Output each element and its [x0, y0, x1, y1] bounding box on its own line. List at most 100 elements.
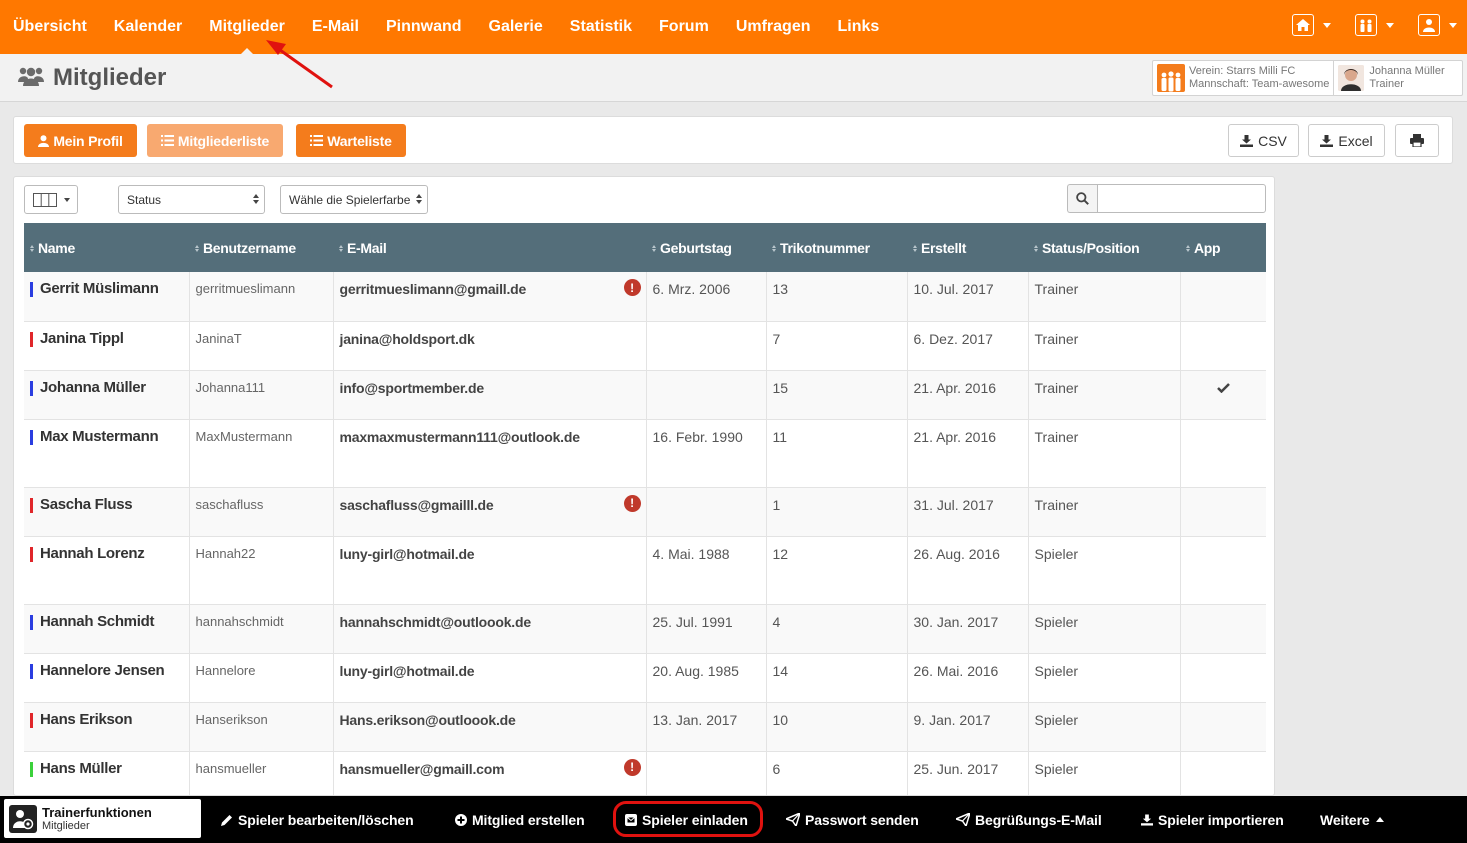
- column-header[interactable]: E-Mail: [333, 223, 646, 272]
- column-header-label: Trikotnummer: [780, 239, 870, 256]
- select-arrows-icon: [416, 194, 422, 204]
- status-filter-select[interactable]: Status: [118, 185, 265, 214]
- column-header[interactable]: Benutzername: [189, 223, 333, 272]
- table-row[interactable]: Hans Erikson Hanserikson Hans.erikson@outl…: [24, 702, 1266, 752]
- member-name-cell[interactable]: Sascha Fluss: [24, 487, 190, 537]
- my-profile-button[interactable]: Mein Profil: [24, 124, 137, 157]
- created-cell: 31. Jul. 2017: [907, 487, 1029, 537]
- email-warning-icon[interactable]: !: [623, 758, 641, 776]
- member-name-cell[interactable]: Hans Erikson: [24, 702, 190, 752]
- table-row[interactable]: Hannelore Jensen Hannelore luny-girl@hotma…: [24, 653, 1266, 703]
- user-switcher[interactable]: Johanna Müller Trainer: [1333, 61, 1448, 95]
- table-row[interactable]: Janina Tippl JaninaT janina@holdsport.dk 7 6…: [24, 321, 1266, 371]
- search-input[interactable]: [1097, 184, 1266, 213]
- table-row[interactable]: Gerrit Müslimann gerritmueslimann gerritmu…: [24, 272, 1266, 322]
- email-text: Hans.erikson@outloook.de: [339, 711, 516, 728]
- status-cell: Trainer: [1028, 321, 1181, 371]
- more-button[interactable]: Weitere: [1320, 796, 1384, 843]
- player-color-marker: [30, 761, 33, 777]
- column-header-label: E-Mail: [347, 239, 387, 256]
- sort-icon: [772, 245, 776, 253]
- email-cell: saschafluss@gmailll.de!: [333, 487, 647, 537]
- member-name-cell[interactable]: Janina Tippl: [24, 321, 190, 371]
- app-cell: [1180, 751, 1266, 795]
- edit-players-button[interactable]: Spieler bearbeiten/löschen: [221, 796, 414, 843]
- column-header[interactable]: Geburtstag: [646, 223, 766, 272]
- username-cell: Johanna111: [189, 370, 334, 420]
- column-header[interactable]: App: [1180, 223, 1266, 272]
- welcome-email-button[interactable]: Begrüßungs-E-Mail: [956, 796, 1102, 843]
- excel-export-button[interactable]: Excel: [1308, 124, 1385, 157]
- member-name-cell[interactable]: Johanna Müller: [24, 370, 190, 420]
- user-name: Johanna Müller: [1369, 65, 1445, 77]
- email-text: hansmueller@gmaill.com: [339, 760, 505, 777]
- members-icon: [18, 66, 44, 91]
- table-row[interactable]: Hans Müller hansmueller hansmueller@gmaill…: [24, 751, 1266, 795]
- column-header[interactable]: Name: [24, 223, 189, 272]
- search-button[interactable]: [1067, 184, 1097, 213]
- member-name-cell[interactable]: Gerrit Müslimann: [24, 272, 190, 322]
- chevron-down-icon: [64, 197, 70, 202]
- birthday-cell: 6. Mrz. 2006: [646, 272, 767, 322]
- nav-item-3[interactable]: E-Mail: [312, 18, 359, 36]
- user-icon: [38, 134, 50, 147]
- club-switcher[interactable]: Verein: Starrs Milli FC Mannschaft: Team…: [1153, 61, 1333, 95]
- table-filters: Status Wähle die Spielerfarbe: [14, 177, 1274, 223]
- nav-item-0[interactable]: Übersicht: [13, 18, 87, 36]
- user-menu-button[interactable]: [1418, 14, 1457, 36]
- table-row[interactable]: Johanna Müller Johanna111 info@sportmember…: [24, 370, 1266, 420]
- nav-item-6[interactable]: Statistik: [570, 18, 632, 36]
- nav-item-7[interactable]: Forum: [659, 18, 709, 36]
- table-row[interactable]: Sascha Fluss saschafluss saschafluss@gmail…: [24, 487, 1266, 537]
- member-name-cell[interactable]: Hans Müller: [24, 751, 190, 795]
- birthday-cell: 4. Mai. 1988: [646, 536, 767, 605]
- sort-icon: [339, 245, 343, 253]
- member-name-cell[interactable]: Max Mustermann: [24, 419, 190, 488]
- member-name-cell[interactable]: Hannah Schmidt: [24, 604, 190, 654]
- member-list-button[interactable]: Mitgliederliste: [147, 124, 283, 157]
- username-cell: MaxMustermann: [189, 419, 334, 488]
- nav-item-8[interactable]: Umfragen: [736, 18, 811, 36]
- nav-item-9[interactable]: Links: [838, 18, 880, 36]
- print-button[interactable]: [1395, 124, 1439, 157]
- table-body: Gerrit Müslimann gerritmueslimann gerritmu…: [24, 272, 1266, 795]
- member-name-cell[interactable]: Hannah Lorenz: [24, 536, 190, 605]
- status-cell: Trainer: [1028, 419, 1181, 488]
- birthday-cell: [646, 370, 767, 420]
- email-text: info@sportmember.de: [339, 379, 485, 396]
- app-cell: [1180, 321, 1266, 371]
- column-header[interactable]: Erstellt: [907, 223, 1028, 272]
- table-row[interactable]: Max Mustermann MaxMustermann maxmaxmusterm…: [24, 419, 1266, 488]
- home-menu-button[interactable]: [1292, 14, 1331, 36]
- csv-export-button[interactable]: CSV: [1228, 124, 1299, 157]
- email-warning-icon[interactable]: !: [623, 279, 641, 296]
- column-header[interactable]: Status/Position: [1028, 223, 1180, 272]
- table-row[interactable]: Hannah Lorenz Hannah22 luny-girl@hotmail.d…: [24, 536, 1266, 605]
- column-toggle-button[interactable]: [24, 185, 78, 214]
- nav-item-4[interactable]: Pinnwand: [386, 18, 462, 36]
- player-color-select[interactable]: Wähle die Spielerfarbe: [280, 185, 428, 214]
- send-password-label: Passwort senden: [805, 811, 919, 828]
- paper-plane-icon: [786, 813, 800, 826]
- email-warning-icon[interactable]: !: [623, 494, 641, 512]
- import-players-button[interactable]: Spieler importieren: [1141, 796, 1284, 843]
- create-member-button[interactable]: Mitglied erstellen: [455, 796, 585, 843]
- member-name-cell[interactable]: Hannelore Jensen: [24, 653, 190, 703]
- table-row[interactable]: Hannah Schmidt hannahschmidt hannahschmidt…: [24, 604, 1266, 654]
- column-header[interactable]: Trikotnummer: [766, 223, 907, 272]
- team-menu-button[interactable]: [1355, 14, 1394, 36]
- paper-plane-icon: [956, 813, 970, 826]
- waiting-list-button[interactable]: Warteliste: [296, 124, 406, 157]
- invite-players-button[interactable]: Spieler einladen: [625, 796, 748, 843]
- email-text: janina@holdsport.dk: [339, 330, 475, 347]
- invite-players-label: Spieler einladen: [642, 811, 748, 828]
- send-password-button[interactable]: Passwort senden: [786, 796, 919, 843]
- nav-item-5[interactable]: Galerie: [489, 18, 543, 36]
- status-cell: Spieler: [1028, 653, 1181, 703]
- status-filter-value: Status: [127, 192, 162, 207]
- nav-item-2[interactable]: Mitglieder: [209, 18, 285, 55]
- player-color-marker: [30, 380, 33, 396]
- username-cell: saschafluss: [189, 487, 334, 537]
- nav-item-1[interactable]: Kalender: [114, 18, 182, 36]
- email-cell: gerritmueslimann@gmaill.de!: [333, 272, 647, 322]
